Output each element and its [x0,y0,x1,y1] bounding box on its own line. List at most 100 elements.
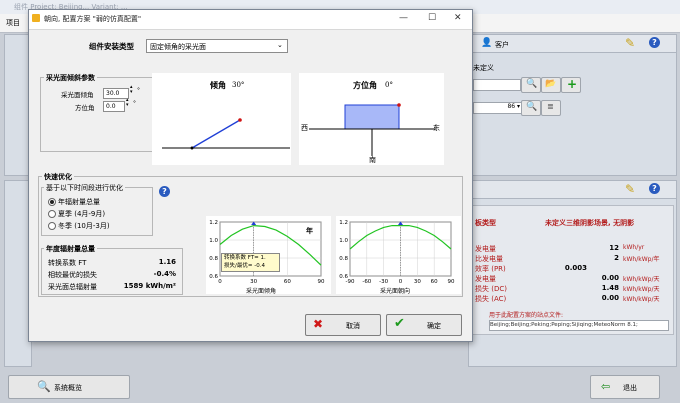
maximize-icon[interactable]: ☐ [428,13,436,23]
radio-winter[interactable] [48,222,56,230]
azimuth-unit: ° [133,100,136,107]
minimize-icon[interactable]: — [399,13,408,23]
azimuth-diagram: 方位角 0° 西 东 南 [299,73,444,165]
tilt-label: 采光面倾角 [61,91,94,99]
y-tick-label: 1.0 [339,238,348,244]
search-button-1[interactable]: 🔍 [521,77,541,93]
results-type-value: 未定义三维阴影场景, 无阴影 [545,219,635,227]
select-value: 86 [507,103,516,110]
menu-item-project[interactable]: 项目 [6,18,20,28]
folder-icon: 📂 [545,79,557,89]
results-row: 发电量 0.00 kWh/kWp/天 [475,274,660,283]
ok-button[interactable]: ✔ 确定 [386,314,462,336]
annual-row-loss: 相较最优的损失 -0.4% [48,270,176,279]
results-row: 发电量 12 kWh/yr [475,244,645,253]
mount-type-label: 组件安装类型 [89,42,134,51]
help-icon[interactable]: ? [649,183,660,194]
cancel-label: 取消 [346,322,360,330]
add-button[interactable]: + [561,77,581,93]
results-type-label: 板类型 [475,219,496,227]
tilt-unit: ° [137,87,140,94]
x-tick-label: 30 [414,279,421,285]
search-icon: 🔍 [526,79,538,89]
search-icon: 🔍 [37,380,51,393]
basis-title: 基于以下时间段进行优化 [44,183,125,193]
option-annual[interactable]: 年辐射量总量 [48,197,100,207]
results-rows: 发电量 12 kWh/yr 比发电量 2 kWh/kWp/年 效率 (PR) 0.003 … [475,244,671,304]
orientation-dialog: 朝向, 配置方案 "弱的仿真配置" — ☐ ✕ 组件安装类型 固定倾角的采光面 … [28,9,473,342]
chart-tooltip: 转换系数 FT= 1. 损失/最优= -0.4 [221,253,280,272]
x-tick-label: 90 [318,279,325,285]
quick-optimize-title: 快速优化 [42,172,74,182]
select-field[interactable]: 86 ▾ [473,102,523,114]
results-box: 板类型 未定义三维阴影场景, 无阴影 发电量 12 kWh/yr 比发电量 2 kWh/… [472,205,674,335]
customer-icon: 👤 [481,38,493,48]
annual-title: 年度辐射量总量 [44,244,97,254]
results-row: 比发电量 2 kWh/kWp/年 [475,254,660,263]
pencil-icon[interactable]: ✎ [625,36,635,50]
search-button-2[interactable]: 🔍 [521,100,541,116]
azimuth-chart-svg: 0.60.81.01.2-90 -60 -30 0 30 60 90 [339,220,455,285]
undefined-text: 未定义 [473,64,494,72]
site-file-field[interactable]: Beijing;Beijing;Peking;Peping;Sijiqing;M… [489,320,669,331]
basis-group: 基于以下时间段进行优化 年辐射量总量 夏季 (4月-9月) 冬季 (10月-3月… [41,183,153,236]
x-tick-label: 60 [431,279,438,285]
x-tick-label: -30 [379,279,388,285]
x-tick-label: 0 [218,279,222,285]
option-summer[interactable]: 夏季 (4月-9月) [48,209,105,219]
results-row: 效率 (PR) 0.003 [475,264,587,273]
results-header: ✎ ? [469,181,676,199]
x-tick-label: 30 [250,279,257,285]
help-icon[interactable]: ? [159,186,170,197]
help-icon[interactable]: ? [649,37,660,48]
open-folder-button[interactable]: 📂 [541,77,561,93]
cancel-button[interactable]: ✖ 取消 [305,314,381,336]
cancel-icon: ✖ [313,317,324,331]
azimuth-diagram-svg [309,103,436,156]
plus-icon: + [567,77,578,91]
y-tick-label: 0.6 [209,274,218,280]
tilt-spinner-icon[interactable]: ▴ ▾ [130,85,133,95]
annual-row-ft: 转换系数 FT 1.16 [48,258,176,267]
chevron-down-icon: ⌄ [277,41,283,49]
database-button[interactable]: ≣ [541,100,561,116]
app-icon [32,14,40,22]
azimuth-spinner-icon[interactable]: ▴ ▾ [126,98,129,108]
option-winter[interactable]: 冬季 (10月-3月) [48,221,110,231]
panel-rect [344,104,400,130]
tilt-chart-xlabel: 采光面倾角 [246,288,277,295]
results-row: 损失 (DC) 1.48 kWh/kWp/天 [475,284,660,293]
panel-line [191,119,241,149]
mount-type-select[interactable]: 固定倾角的采光面 ⌄ [146,39,288,53]
system-overview-label: 系统概览 [54,384,82,392]
pencil-icon[interactable]: ✎ [625,182,635,196]
azimuth-chart: 0.6 0.8 1.0 1.2 -90 -60 -30 0 30 60 90 采光面朝向 [336,216,461,295]
tilt-params-group: 采光面倾斜参数 采光面倾角 30.0 ▴ ▾ ° 方位角 0.0 ▴ ▾ ° [40,73,153,152]
customer-label: 客户 [495,41,509,49]
dialog-title-bar: 朝向, 配置方案 "弱的仿真配置" — ☐ ✕ [29,10,472,30]
x-tick-label: 0 [399,279,403,285]
ok-label: 确定 [427,322,441,330]
azimuth-chart-xlabel: 采光面朝向 [380,288,411,295]
y-tick-label: 0.8 [339,256,348,262]
right-panel-project: 👤 客户 ✎ ? 未定义 🔍 📂 + 86 ▾ 🔍 ≣ [468,34,677,176]
annual-group: 年度辐射量总量 转换系数 FT 1.16 相较最优的损失 -0.4% 采光面总辐射量… [41,244,183,295]
azimuth-label: 方位角 [75,104,95,112]
tilt-chart-tag: 年 [306,227,313,235]
radio-summer[interactable] [48,210,56,218]
search-icon: 🔍 [526,102,538,112]
right-panel-header: 👤 客户 ✎ ? [469,35,676,53]
right-field-1[interactable] [473,79,521,91]
tooltip-loss: 损失/最优= -0.4 [224,263,265,269]
azimuth-input[interactable]: 0.0 [103,101,125,112]
y-tick-label: 0.8 [209,256,218,262]
site-file-label: 用于此配置方案的站点文件: [489,312,564,319]
y-tick-label: 1.2 [339,220,348,226]
radio-annual[interactable] [48,198,56,206]
tilt-chart: 0.6 0.8 1.0 1.2 0 30 60 90 年 转换系数 FT= 1. 损失/最优=… [206,216,331,295]
right-panel-results: ✎ ? 板类型 未定义三维阴影场景, 无阴影 发电量 12 kWh/yr 比发电量 2… [468,180,677,367]
x-tick-label: 60 [284,279,291,285]
exit-button[interactable]: ⇦ 退出 [590,375,660,399]
close-icon[interactable]: ✕ [454,13,462,23]
system-overview-button[interactable]: 🔍 系统概览 [8,375,130,399]
